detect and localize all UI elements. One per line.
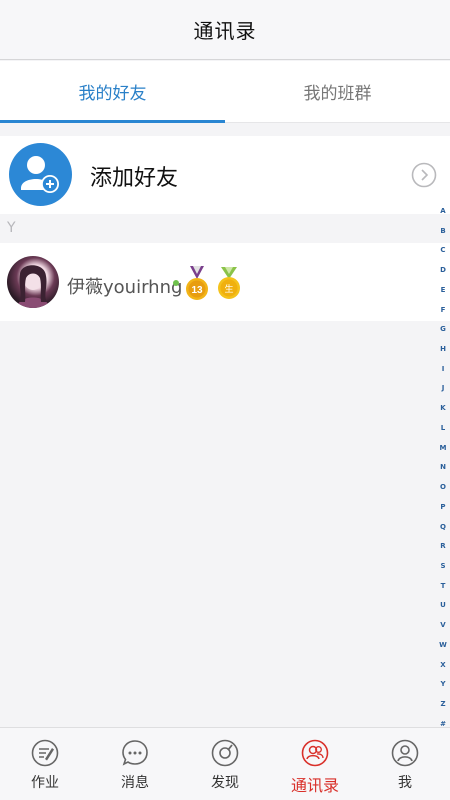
index-letter[interactable]: G — [440, 326, 446, 333]
add-user-icon — [9, 143, 72, 206]
tab-label: 消息 — [121, 775, 149, 791]
tab-my-friends[interactable]: 我的好友 — [0, 61, 225, 123]
index-letter[interactable]: U — [440, 602, 446, 609]
index-letter[interactable]: C — [440, 247, 445, 254]
badge-level-text: 13 — [191, 285, 203, 296]
index-letter[interactable]: B — [440, 227, 445, 235]
index-letter[interactable]: W — [439, 641, 447, 649]
level-medal-icon: 13 — [186, 266, 208, 300]
index-letter[interactable]: P — [440, 503, 445, 511]
badge-student-text: 生 — [224, 283, 233, 295]
tab-label: 作业 — [31, 775, 59, 791]
index-letter[interactable]: V — [440, 622, 445, 629]
tab-contacts[interactable]: 通讯录 — [270, 728, 360, 800]
index-letter[interactable]: S — [440, 562, 445, 570]
index-letter[interactable]: Z — [440, 700, 445, 708]
message-icon — [122, 740, 148, 766]
tab-my-class-groups[interactable]: 我的班群 — [225, 61, 450, 122]
chevron-right-icon[interactable] — [411, 162, 437, 188]
index-letter[interactable]: A — [440, 208, 445, 215]
friend-tabs: 我的好友 我的班群 — [0, 61, 450, 123]
friend-name: 伊薇youirhng — [67, 277, 183, 298]
tab-homework[interactable]: 作业 — [0, 728, 90, 800]
index-letter[interactable]: L — [441, 424, 445, 432]
top-header: 通讯录 — [0, 0, 450, 60]
index-letter[interactable]: O — [440, 484, 446, 491]
student-medal-icon: 生 — [218, 267, 240, 299]
alphabet-index-bar[interactable]: A B C D E F G H I J K L M N O P Q R S T U V W X Y Z # — [436, 208, 450, 728]
bottom-tab-bar: 作业 消息 发现 通讯录 我 — [0, 727, 450, 800]
index-letter[interactable]: D — [440, 267, 446, 274]
index-letter[interactable]: T — [441, 582, 446, 590]
index-letter[interactable]: X — [440, 661, 445, 669]
add-friend-label: 添加好友 — [90, 166, 179, 191]
section-header-letter: Y — [7, 220, 16, 236]
online-status-dot — [173, 280, 179, 286]
contacts-icon — [301, 739, 329, 767]
index-letter[interactable]: I — [442, 365, 445, 373]
index-letter[interactable]: F — [441, 306, 446, 314]
tab-label: 我的好友 — [78, 84, 147, 104]
index-letter[interactable]: R — [440, 543, 445, 550]
tab-label: 发现 — [211, 775, 239, 791]
index-letter[interactable]: E — [441, 286, 446, 294]
discover-icon — [211, 739, 239, 767]
index-letter[interactable]: M — [440, 444, 447, 452]
tab-messages[interactable]: 消息 — [90, 728, 180, 800]
index-letter[interactable]: N — [440, 464, 446, 471]
add-friend-row[interactable]: 添加好友 — [0, 136, 450, 214]
index-letter[interactable]: K — [440, 405, 445, 412]
tab-label: 我 — [398, 775, 412, 791]
tab-discover[interactable]: 发现 — [180, 728, 270, 800]
page-title: 通讯录 — [193, 19, 257, 43]
tab-label: 通讯录 — [290, 776, 339, 795]
tab-me[interactable]: 我 — [360, 728, 450, 800]
homework-icon — [31, 739, 59, 767]
index-letter[interactable]: H — [440, 346, 446, 353]
tab-label: 我的班群 — [303, 84, 372, 104]
profile-icon — [391, 739, 419, 767]
avatar — [7, 256, 59, 308]
index-letter[interactable]: Y — [440, 681, 445, 688]
index-letter[interactable]: J — [442, 385, 445, 392]
index-letter[interactable]: Q — [440, 523, 446, 531]
